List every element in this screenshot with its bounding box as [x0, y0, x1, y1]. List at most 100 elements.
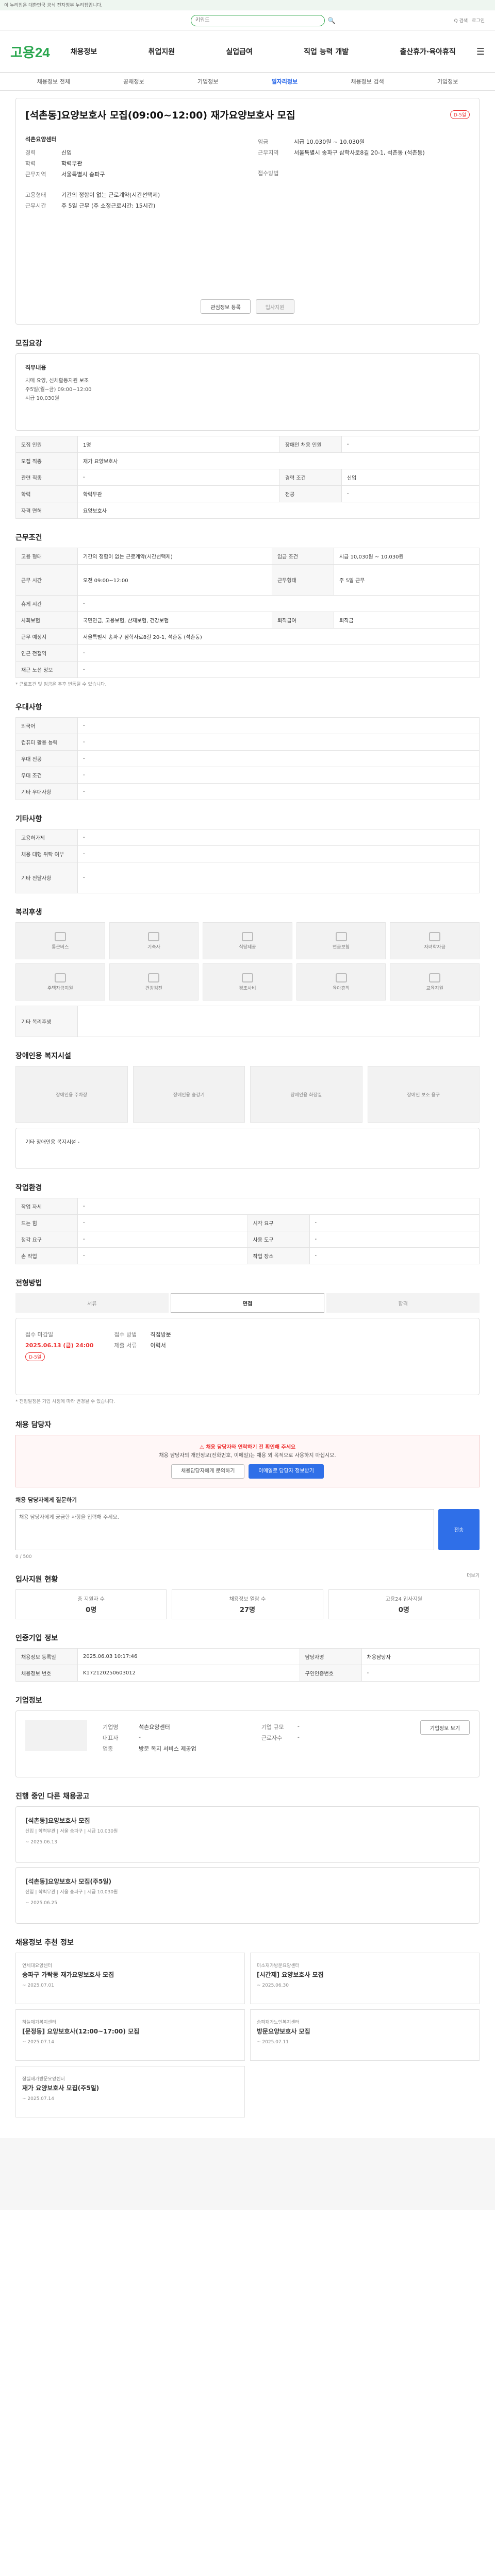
rec-item[interactable]: 송파재가노인복지센터 방문요양보호사 모집 ~ 2025.07.11: [250, 2009, 480, 2061]
process-step: 합격: [326, 1293, 480, 1313]
subnav-item-active[interactable]: 일자리정보: [272, 77, 298, 86]
inquiry-button[interactable]: 채용담당자에게 문의하기: [171, 1464, 245, 1479]
section-title: 입사지원 현황: [15, 1575, 58, 1584]
nav-item-benefit[interactable]: 실업급여: [226, 46, 253, 57]
table-row: 인근 전철역 -: [15, 645, 480, 662]
main-nav: 채용정보 취업지원 실업급여 직업 능력 개발 출산휴가·육아휴직: [71, 46, 456, 57]
nav-item-support[interactable]: 취업지원: [148, 46, 175, 57]
section-title: 복리후생: [15, 908, 42, 917]
company-logo: [25, 1720, 87, 1752]
other-job-item[interactable]: [석촌동]요양보호사 모집(주5일) 신입 | 학력무관 | 서울 송파구 | …: [15, 1867, 480, 1924]
table-row: 모집 직종 재가 요양보호사: [15, 452, 480, 469]
prefer-table: 외국어 - 컴퓨터 활용 능력 - 우대 전공 - 우대 조건 - 기타 우대사항 -: [15, 717, 480, 801]
subnav-item[interactable]: 공채정보: [123, 77, 144, 86]
table-row: 고용 형태 기간의 정함이 없는 근로계약(시간선택제) 임금 조건 시급 10,03…: [15, 548, 480, 565]
subnav-item[interactable]: 기업정보: [197, 77, 218, 86]
table-row: 학력 학력무관 전공 -: [15, 485, 480, 502]
disabled-tile: 장애인용 승강기: [133, 1066, 245, 1123]
subnav-item[interactable]: 채용정보 검색: [351, 77, 384, 86]
baby-icon: [335, 973, 347, 982]
table-row: 재근 노선 정보 -: [15, 661, 480, 678]
pension-icon: [335, 931, 347, 941]
stat-cell: 총 지원자 수 0명: [15, 1589, 167, 1620]
kv-time: 근무시간 주 5일 근무 (주 소정근로시간: 15시간): [25, 202, 156, 209]
search-input[interactable]: [190, 14, 325, 26]
search-area: 🔍: [190, 14, 336, 26]
etc-table: 고용허가제 - 채용 대행 위탁 여부 - 기타 전달사항 -: [15, 829, 480, 894]
warning-title: ⚠ 채용 담당자와 연락하기 전 확인해 주세요: [199, 1444, 296, 1450]
table-row: 우대 조건 -: [15, 767, 480, 784]
other-job-item[interactable]: [석촌동]요양보호사 모집 신입 | 학력무관 | 서울 송파구 | 시급 10…: [15, 1806, 480, 1863]
table-row: 손 작업 - 작업 장소 -: [15, 1247, 480, 1265]
send-button[interactable]: 전송: [438, 1509, 480, 1550]
recruit-table: 모집 인원 1명 장애인 채용 인원 - 모집 직종 재가 요양보호사 관련 직종 - 경력…: [15, 436, 480, 519]
interest-button[interactable]: 관심정보 등록: [201, 299, 251, 314]
deadline-badge: D-5일: [25, 1352, 45, 1362]
welfare-tile: 건강검진: [109, 963, 199, 1001]
disabled-tile: 장애인용 주차장: [15, 1066, 128, 1123]
contact-warning: ⚠ 채용 담당자와 연락하기 전 확인해 주세요 채용 담당자의 개인정보(전화…: [15, 1434, 480, 1487]
kv-career: 경력 신입: [25, 149, 72, 156]
table-row: 고용허가제 -: [15, 829, 480, 846]
subhead: 직무내용: [25, 364, 46, 371]
health-icon: [148, 973, 160, 982]
email-info-button[interactable]: 이메일로 담당자 정보받기: [249, 1464, 324, 1479]
table-row: 작업 자세 -: [15, 1198, 480, 1215]
nav-item-leave[interactable]: 출산휴가·육아휴직: [400, 46, 455, 57]
welfare-tile: 경조사비: [203, 963, 292, 1001]
apply-button[interactable]: 입사지원: [255, 299, 294, 314]
section-title: 채용정보 추천 정보: [15, 1939, 74, 1947]
section-title: 인증기업 정보: [15, 1634, 58, 1643]
kv-edu: 학력 학력무관: [25, 160, 82, 167]
workenv-table: 작업 자세 - 드는 힘 - 시각 요구 - 청각 요구 - 사용 도구 - 손 작업 - 작업 …: [15, 1198, 480, 1265]
disabled-grid: 장애인용 주차장 장애인용 승강기 장애인용 화장실 장애인 보조 용구: [15, 1066, 480, 1123]
logo[interactable]: 고용24: [10, 42, 50, 61]
gift-icon: [241, 973, 253, 982]
welfare-tile: 식당제공: [203, 922, 292, 960]
gov-banner: 이 누리집은 대한민국 공식 전자정부 누리집입니다.: [0, 0, 495, 10]
search-icon[interactable]: 🔍: [328, 17, 336, 24]
company-name: 석촌요양센터: [25, 136, 57, 143]
info-table: 채용정보 등록일 2025.06.03 10:17:46 담당자명 채용담당자 채용정…: [15, 1648, 480, 1682]
meal-icon: [241, 931, 253, 941]
subnav-item[interactable]: 채용정보 전체: [37, 77, 70, 86]
menu-icon[interactable]: ☰: [476, 46, 485, 57]
welfare-tile: 기숙사: [109, 922, 199, 960]
table-row: 우대 전공 -: [15, 750, 480, 768]
deadline-date: 2025.06.13 (금) 24:00: [25, 1342, 94, 1349]
login-link[interactable]: 로그인: [472, 17, 485, 24]
deadline-badge: D-5일: [450, 110, 470, 119]
table-row: 외국어 -: [15, 717, 480, 735]
nav-item-jobs[interactable]: 채용정보: [71, 46, 97, 57]
rec-item[interactable]: 하늘재가복지센터 [문정동] 요양보호사(12:00~17:00) 모집 ~ 202…: [15, 2009, 245, 2061]
rec-item[interactable]: 잠실재가방문요양센터 재가 요양보호사 모집(주5일) ~ 2025.07.14: [15, 2066, 245, 2118]
process-step-active: 면접: [170, 1293, 325, 1313]
rec-item[interactable]: 미소재가방문요양센터 [시간제] 요양보호사 모집 ~ 2025.06.30: [250, 1953, 480, 2005]
home-icon: [54, 973, 66, 982]
welfare-note-table: 기타 복리후생: [15, 1006, 480, 1038]
company-info-button[interactable]: 기업정보 보기: [420, 1720, 470, 1735]
welfare-grid: 통근버스 기숙사 식당제공 연금보험 자녀학자금 주택자금지원 건강검진 경조사…: [15, 922, 480, 1001]
table-row: 사회보험 국민연금, 고용보험, 산재보험, 건강보험 퇴직급여 퇴직금: [15, 612, 480, 629]
nav-item-training[interactable]: 직업 능력 개발: [304, 46, 349, 57]
table-row: 관련 직종 - 경력 조건 신입: [15, 469, 480, 486]
table-row: 모집 인원 1명 장애인 채용 인원 -: [15, 436, 480, 453]
top-bar: 🔍 Q 검색 로그인: [0, 10, 495, 31]
note: * 전형일정은 기업 사정에 따라 변경될 수 있습니다.: [15, 1399, 115, 1405]
search-link[interactable]: Q 검색: [454, 17, 468, 24]
alert-icon: ⚠: [199, 1444, 204, 1450]
section-title: 전형방법: [15, 1279, 42, 1288]
question-textarea[interactable]: [15, 1509, 434, 1550]
welfare-tile: 자녀학자금: [390, 922, 480, 960]
subnav-item[interactable]: 기업정보: [437, 77, 458, 86]
more-link[interactable]: 더보기: [467, 1572, 480, 1579]
table-row: 청각 요구 - 사용 도구 -: [15, 1231, 480, 1248]
book-icon: [429, 973, 441, 982]
process-card: 접수 마감일 2025.06.13 (금) 24:00 D-5일 접수 방법 직접…: [15, 1318, 480, 1396]
kv-emp: 고용형태 기간의 정함이 없는 근로계약(시간선택제): [25, 192, 160, 198]
rec-item[interactable]: 연세대요양센터 송파구 가락동 재가요양보호사 모집 ~ 2025.07.01: [15, 1953, 245, 2005]
table-row: 기타 복리후생: [15, 1006, 480, 1038]
sub-nav: 채용정보 전체 공채정보 기업정보 일자리정보 채용정보 검색 기업정보: [0, 72, 495, 91]
table-row: 드는 힘 - 시각 요구 -: [15, 1214, 480, 1232]
util-links: Q 검색 로그인: [454, 17, 485, 24]
